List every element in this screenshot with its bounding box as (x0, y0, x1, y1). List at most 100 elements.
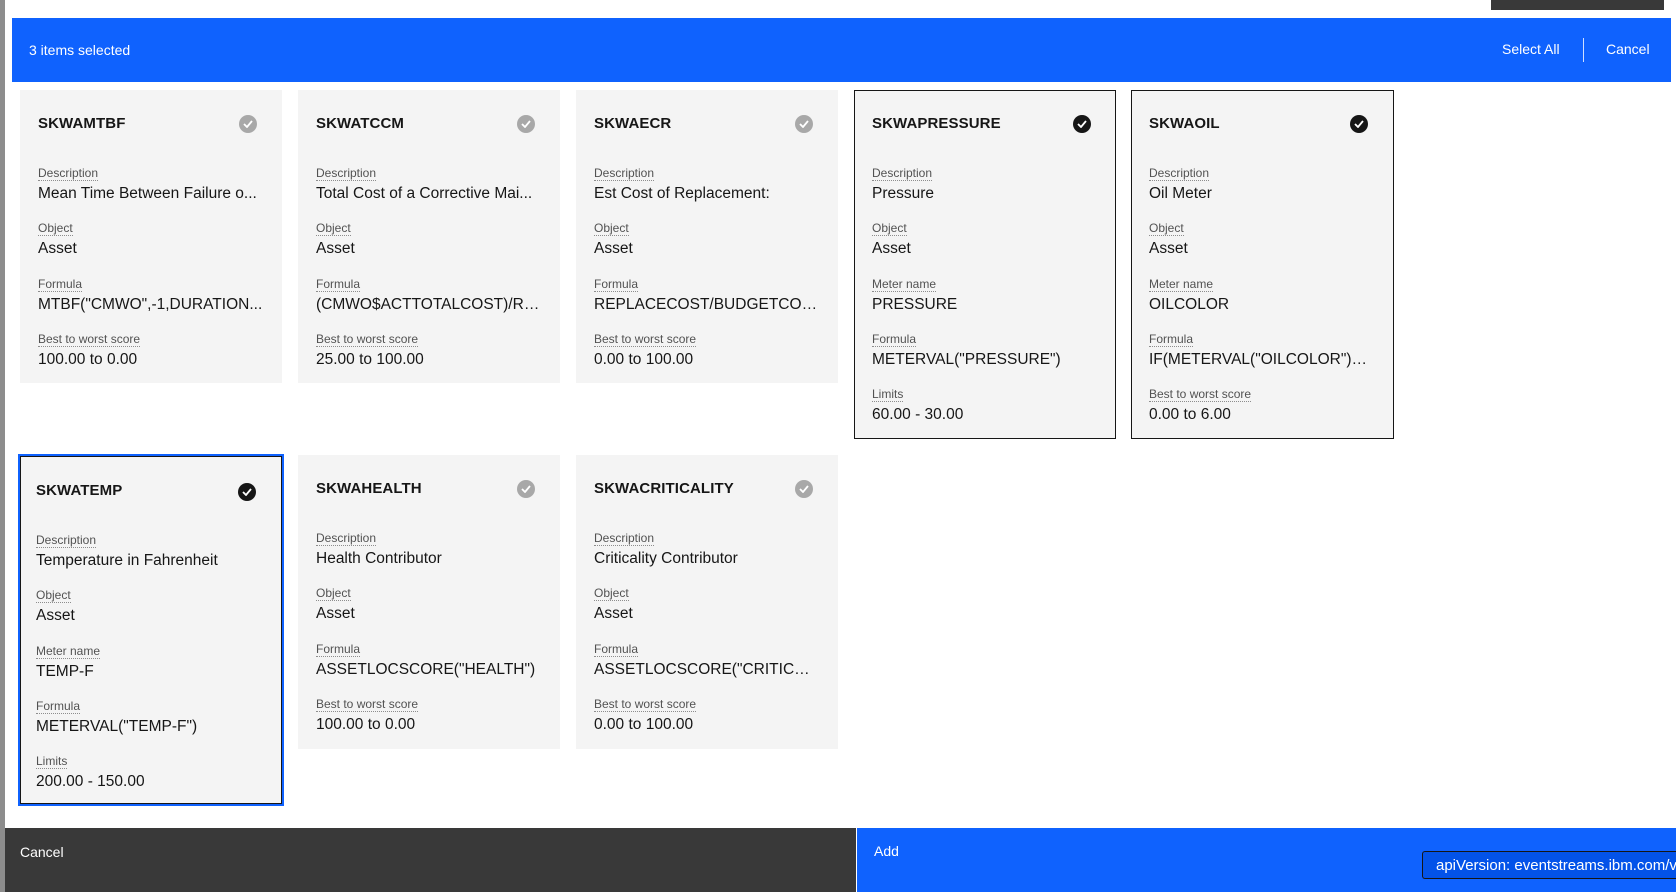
field-value: Asset (316, 240, 355, 257)
field-label: Description (594, 531, 655, 546)
field-object: Object Asset (594, 584, 819, 623)
field-label: Best to worst score (1149, 387, 1252, 402)
tile-skwatccm[interactable]: SKWATCCM Description Total Cost of a Cor… (298, 90, 560, 383)
window-edge (0, 0, 5, 892)
field-value: Criticality Contributor (594, 550, 738, 567)
field-description: Description Pressure (872, 164, 1097, 203)
field-formula: Formula (CMWO$ACTTOTALCOST)/RE... (316, 275, 541, 314)
tile-skwacriticality[interactable]: SKWACRITICALITY Description Criticality … (576, 455, 838, 749)
field-score: Best to worst score 100.00 to 0.00 (316, 695, 541, 734)
field-label: Object (872, 221, 907, 236)
field-description: Description Temperature in Fahrenheit (36, 531, 261, 570)
field-limits: Limits 200.00 - 150.00 (36, 752, 261, 791)
field-label: Description (316, 531, 377, 546)
field-label: Best to worst score (316, 332, 419, 347)
field-label: Formula (36, 699, 81, 714)
field-object: Object Asset (316, 584, 541, 623)
field-formula: Formula ASSETLOCSCORE("HEALTH") (316, 640, 541, 679)
checkmark-filled-icon[interactable] (795, 480, 813, 498)
field-score: Best to worst score 25.00 to 100.00 (316, 330, 541, 369)
field-label: Limits (36, 754, 68, 769)
field-object: Object Asset (38, 219, 263, 258)
field-label: Formula (38, 277, 83, 292)
checkmark-filled-icon[interactable] (1350, 115, 1368, 133)
field-score: Best to worst score 100.00 to 0.00 (38, 330, 263, 369)
field-label: Formula (872, 332, 917, 347)
field-object: Object Asset (594, 219, 819, 258)
field-object: Object Asset (316, 219, 541, 258)
cancel-button[interactable]: Cancel (5, 828, 856, 892)
tile-title: SKWATCCM (316, 115, 405, 132)
field-value: REPLACECOST/BUDGETCOST (594, 296, 819, 313)
tooltip: apiVersion: eventstreams.ibm.com/v1 (1422, 851, 1676, 879)
tile-skwaoil[interactable]: SKWAOIL Description Oil Meter Object Ass… (1131, 90, 1394, 439)
tile-skwahealth[interactable]: SKWAHEALTH Description Health Contributo… (298, 455, 560, 749)
field-value: Asset (38, 240, 77, 257)
cancel-selection-button[interactable]: Cancel (1606, 41, 1650, 57)
field-value: (CMWO$ACTTOTALCOST)/RE... (316, 296, 541, 313)
field-label: Formula (1149, 332, 1194, 347)
field-description: Description Est Cost of Replacement: (594, 164, 819, 203)
field-limits: Limits 60.00 - 30.00 (872, 385, 1097, 424)
field-formula: Formula METERVAL("PRESSURE") (872, 330, 1097, 369)
field-value: ASSETLOCSCORE("HEALTH") (316, 661, 536, 678)
field-value: 0.00 to 100.00 (594, 351, 694, 368)
field-value: Pressure (872, 185, 935, 202)
checkmark-filled-icon[interactable] (795, 115, 813, 133)
field-label: Best to worst score (594, 697, 697, 712)
field-value: 0.00 to 6.00 (1149, 406, 1231, 423)
field-label: Best to worst score (594, 332, 697, 347)
checkmark-filled-icon[interactable] (517, 480, 535, 498)
field-meter-name: Meter name OILCOLOR (1149, 275, 1374, 314)
field-value: 100.00 to 0.00 (316, 716, 416, 733)
tile-title: SKWAMTBF (38, 115, 126, 132)
tile-title: SKWAHEALTH (316, 480, 422, 497)
tile-title: SKWATEMP (36, 482, 123, 499)
tile-skwatemp[interactable]: SKWATEMP Description Temperature in Fahr… (18, 454, 284, 806)
field-value: Mean Time Between Failure o... (38, 185, 257, 202)
checkmark-filled-icon[interactable] (517, 115, 535, 133)
field-label: Object (316, 586, 351, 601)
field-value: PRESSURE (872, 296, 958, 313)
field-value: Asset (594, 240, 633, 257)
field-label: Description (316, 166, 377, 181)
checkmark-filled-icon[interactable] (239, 115, 257, 133)
field-description: Description Oil Meter (1149, 164, 1374, 203)
field-label: Formula (316, 277, 361, 292)
field-label: Best to worst score (38, 332, 141, 347)
field-formula: Formula IF(METERVAL("OILCOLOR")="... (1149, 330, 1374, 369)
field-label: Best to worst score (316, 697, 419, 712)
field-value: Total Cost of a Corrective Mai... (316, 185, 533, 202)
field-value: Asset (36, 607, 75, 624)
field-value: METERVAL("TEMP-F") (36, 718, 198, 735)
field-value: Health Contributor (316, 550, 442, 567)
field-object: Object Asset (1149, 219, 1374, 258)
field-value: Asset (1149, 240, 1188, 257)
field-value: MTBF("CMWO",-1,DURATION... (38, 296, 263, 313)
field-score: Best to worst score 0.00 to 100.00 (594, 695, 819, 734)
field-value: Asset (316, 605, 355, 622)
field-label: Object (38, 221, 73, 236)
select-all-button[interactable]: Select All (1502, 41, 1560, 57)
field-label: Description (872, 166, 933, 181)
field-value: Asset (594, 605, 633, 622)
field-value: Temperature in Fahrenheit (36, 552, 218, 569)
tile-skwaecr[interactable]: SKWAECR Description Est Cost of Replacem… (576, 90, 838, 383)
field-meter-name: Meter name PRESSURE (872, 275, 1097, 314)
cancel-button-label: Cancel (20, 844, 64, 860)
field-description: Description Mean Time Between Failure o.… (38, 164, 263, 203)
checkmark-filled-icon[interactable] (1073, 115, 1091, 133)
field-label: Object (1149, 221, 1184, 236)
checkmark-filled-icon[interactable] (238, 483, 256, 501)
field-label: Description (594, 166, 655, 181)
field-label: Formula (594, 642, 639, 657)
tile-skwapressure[interactable]: SKWAPRESSURE Description Pressure Object… (854, 90, 1116, 439)
field-label: Description (1149, 166, 1210, 181)
field-formula: Formula METERVAL("TEMP-F") (36, 697, 261, 736)
field-formula: Formula MTBF("CMWO",-1,DURATION... (38, 275, 263, 314)
field-value: IF(METERVAL("OILCOLOR")="... (1149, 351, 1374, 368)
tile-title: SKWAOIL (1149, 115, 1220, 132)
selected-count: 3 items selected (29, 42, 131, 58)
tile-skwamtbf[interactable]: SKWAMTBF Description Mean Time Between F… (20, 90, 282, 383)
field-value: ASSETLOCSCORE("CRITICALI... (594, 661, 819, 678)
